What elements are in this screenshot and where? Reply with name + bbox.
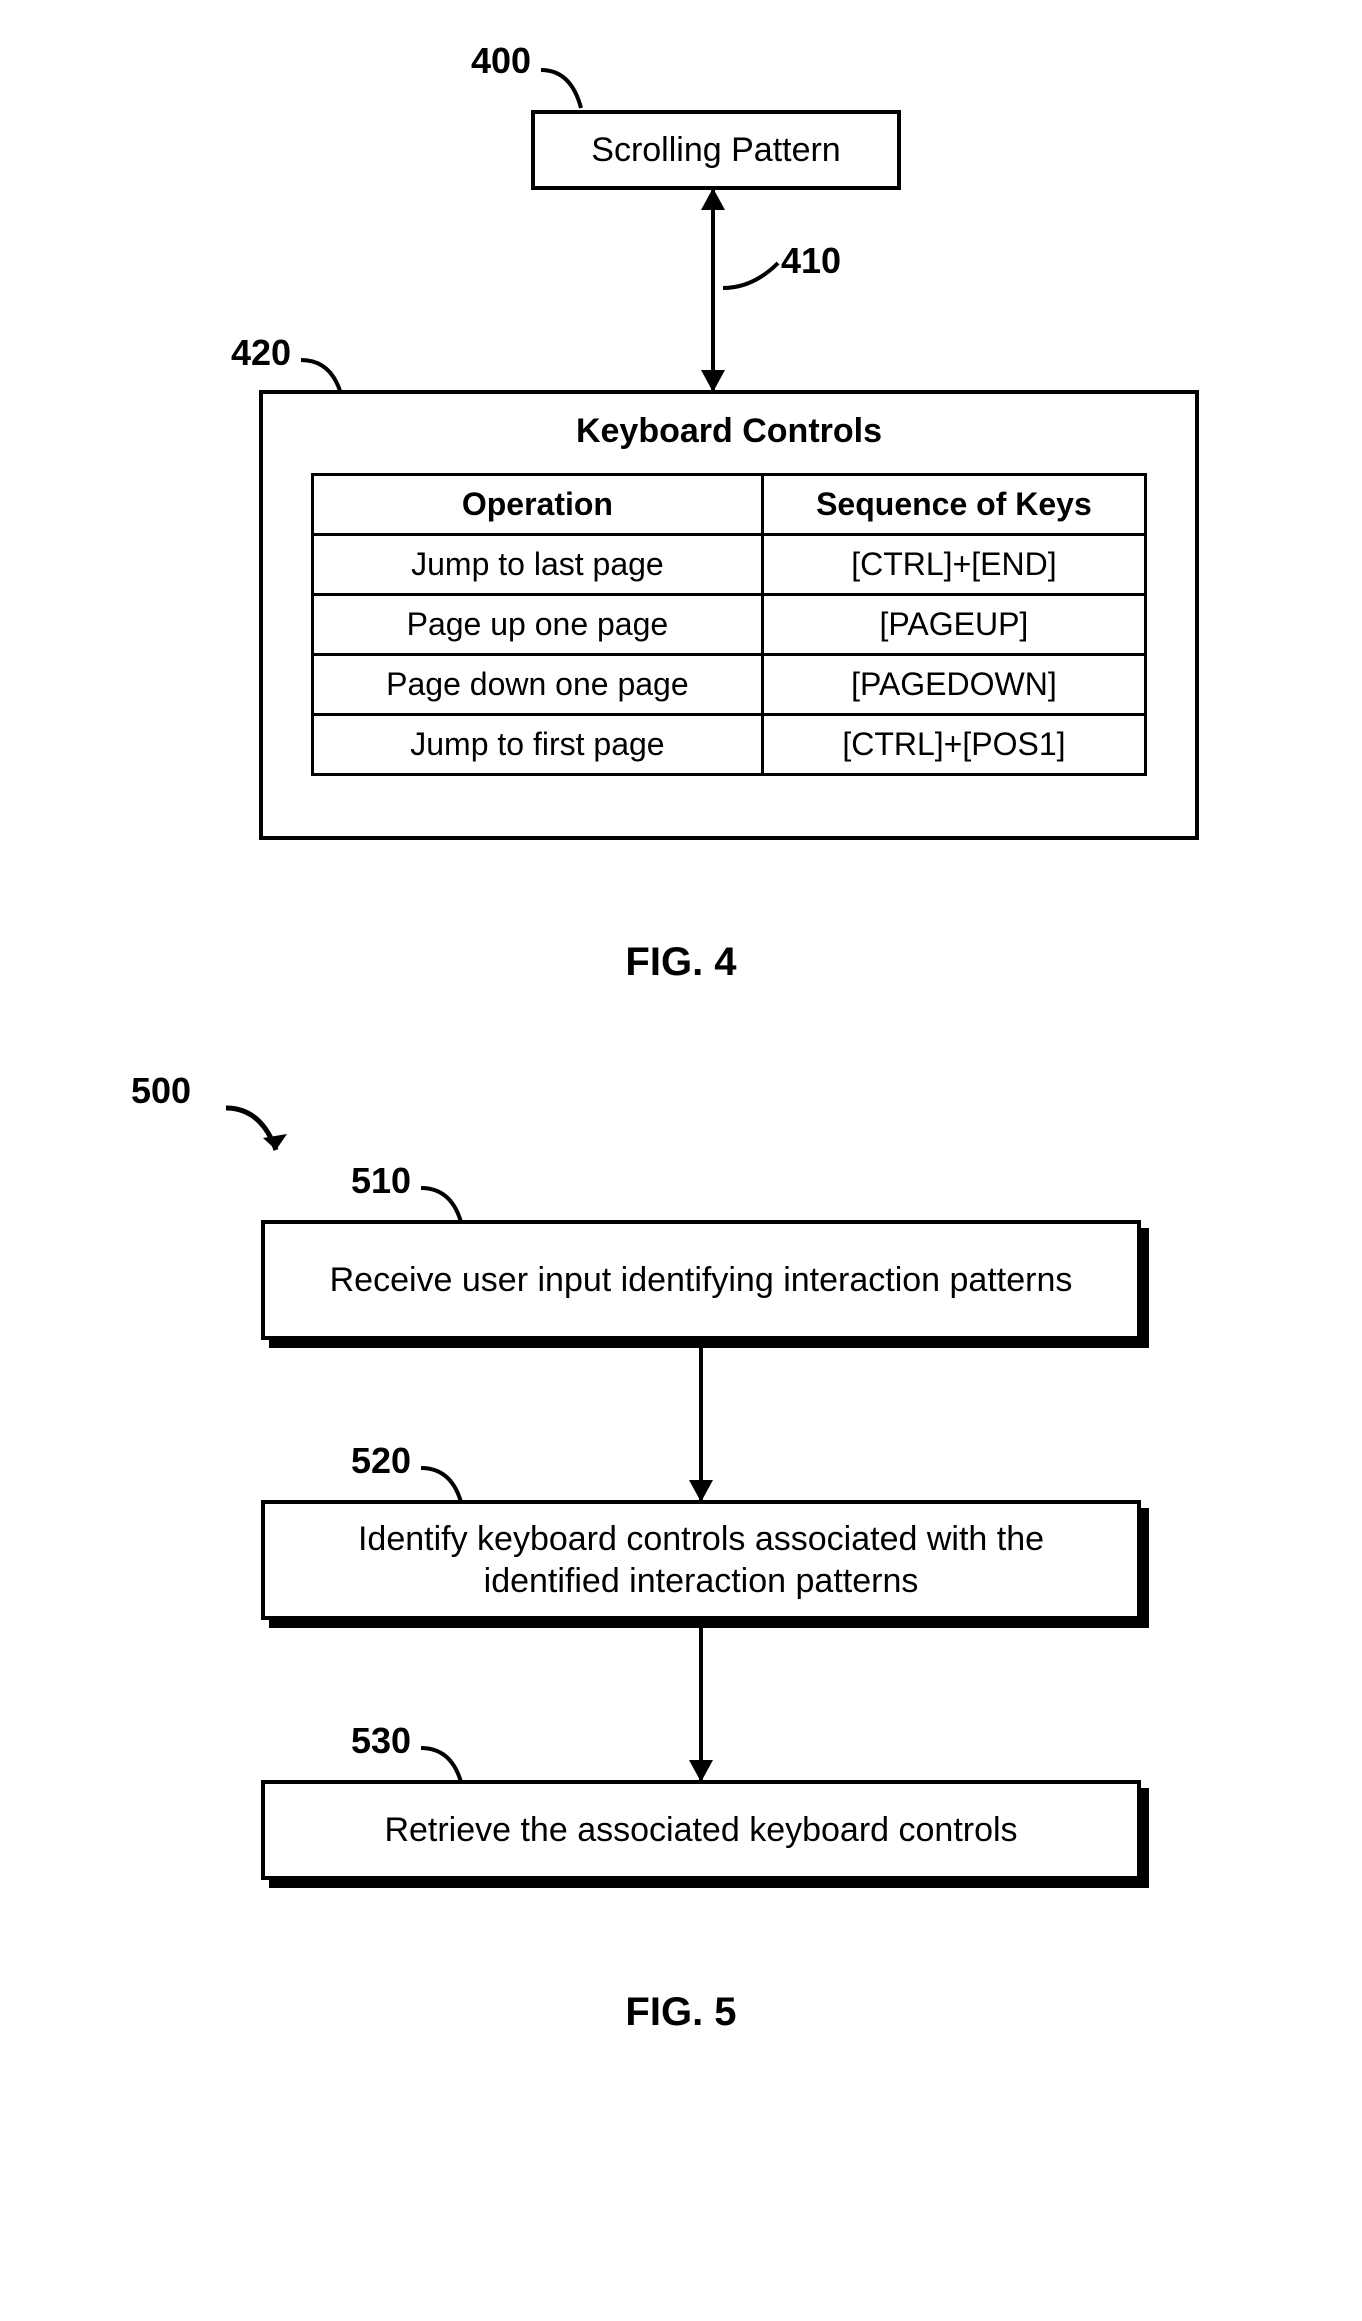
keyboard-controls-title: Keyboard Controls	[311, 412, 1147, 451]
flow-step-510-text: Receive user input identifying interacti…	[330, 1259, 1073, 1302]
ref-410-leader	[723, 258, 793, 298]
ref-530-label: 530	[351, 1720, 411, 1762]
table-row: Jump to first page [CTRL]+[POS1]	[313, 715, 1146, 775]
cell-op: Jump to first page	[313, 715, 763, 775]
ref-510-label: 510	[351, 1160, 411, 1202]
flow-step-530-text: Retrieve the associated keyboard control…	[384, 1809, 1017, 1852]
table-row: Jump to last page [CTRL]+[END]	[313, 535, 1146, 595]
table-row: Page down one page [PAGEDOWN]	[313, 655, 1146, 715]
bidirectional-arrow	[711, 190, 715, 390]
ref-520-label: 520	[351, 1440, 411, 1482]
cell-seq: [CTRL]+[POS1]	[762, 715, 1145, 775]
ref-400-label: 400	[471, 40, 531, 82]
cell-seq: [CTRL]+[END]	[762, 535, 1145, 595]
flow-step-510: Receive user input identifying interacti…	[261, 1220, 1141, 1340]
figure-4: 400 Scrolling Pattern 410 420 Keyboard C…	[131, 40, 1231, 1070]
cell-seq: [PAGEUP]	[762, 595, 1145, 655]
table-row: Page up one page [PAGEUP]	[313, 595, 1146, 655]
figure-4-caption: FIG. 4	[131, 940, 1231, 985]
cell-op: Page down one page	[313, 655, 763, 715]
col-sequence: Sequence of Keys	[762, 475, 1145, 535]
ref-500-arrow	[221, 1090, 321, 1170]
flow-step-520-text: Identify keyboard controls associated wi…	[295, 1518, 1107, 1603]
flow-arrow-2	[699, 1628, 703, 1780]
flow-step-530: Retrieve the associated keyboard control…	[261, 1780, 1141, 1880]
figure-5: 500 510 Receive user input identifying i…	[131, 1070, 1231, 2110]
cell-op: Jump to last page	[313, 535, 763, 595]
col-operation: Operation	[313, 475, 763, 535]
figure-5-caption: FIG. 5	[131, 1990, 1231, 2035]
scrolling-pattern-text: Scrolling Pattern	[591, 131, 840, 170]
flow-step-520: Identify keyboard controls associated wi…	[261, 1500, 1141, 1620]
keyboard-controls-table: Operation Sequence of Keys Jump to last …	[311, 473, 1147, 776]
cell-seq: [PAGEDOWN]	[762, 655, 1145, 715]
scrolling-pattern-box: Scrolling Pattern	[531, 110, 901, 190]
ref-420-label: 420	[231, 332, 291, 374]
keyboard-controls-box: Keyboard Controls Operation Sequence of …	[259, 390, 1199, 840]
table-header-row: Operation Sequence of Keys	[313, 475, 1146, 535]
cell-op: Page up one page	[313, 595, 763, 655]
flow-arrow-1	[699, 1348, 703, 1500]
ref-500-label: 500	[131, 1070, 191, 1112]
